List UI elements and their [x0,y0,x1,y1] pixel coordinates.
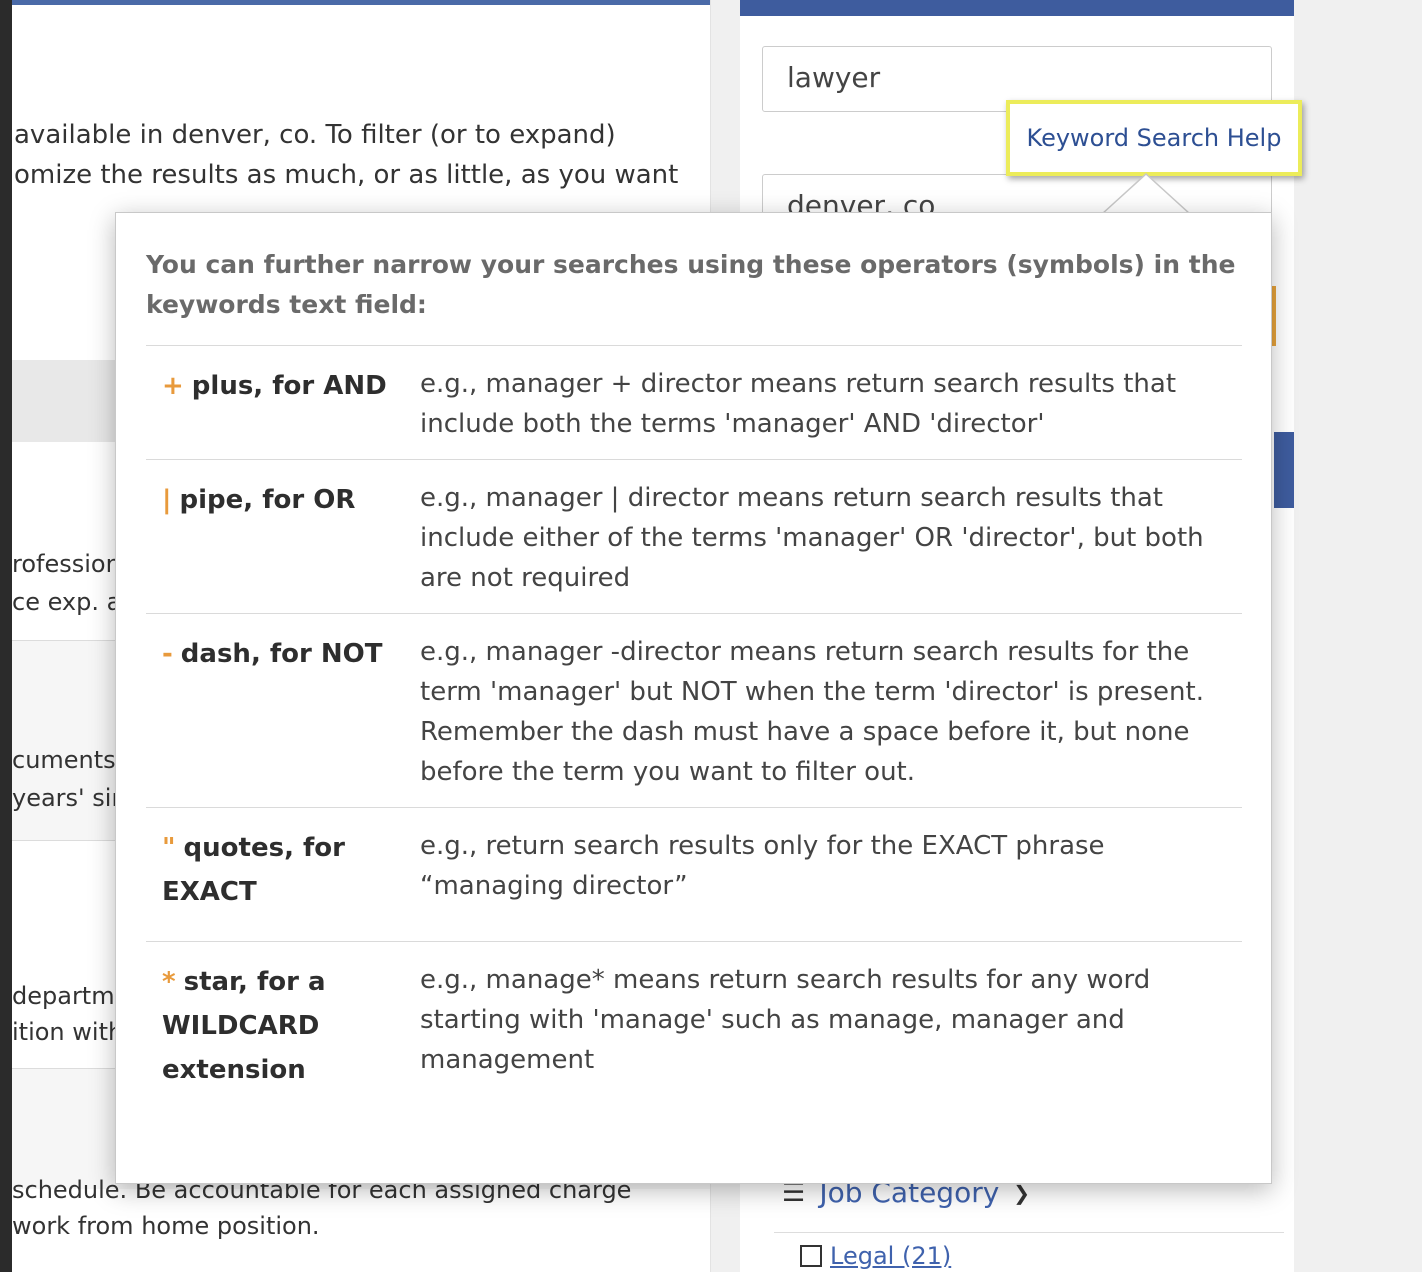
operators-table: + plus, for AND e.g., manager + director … [146,345,1242,1121]
operator-label-cell: - dash, for NOT [146,632,420,807]
operator-label: quotes, for EXACT [162,833,345,907]
dash-icon: - [162,639,173,669]
operator-label: star, for a WILDCARD extension [162,967,326,1085]
operator-row-quotes: " quotes, for EXACT e.g., return search r… [146,807,1242,941]
operator-row-pipe: | pipe, for OR e.g., manager | director m… [146,459,1242,613]
keyword-search-help-link[interactable]: Keyword Search Help [1006,100,1302,176]
results-intro-line-2: omize the results as much, or as little,… [14,160,679,190]
operator-label-cell: * star, for a WILDCARD extension [146,960,420,1121]
popover-arrow [1098,172,1194,216]
filter-header-edge [1274,432,1294,508]
result-snippet: cuments, [12,746,124,774]
operator-label-cell: + plus, for AND [146,364,420,459]
operator-label: pipe, for OR [179,485,356,515]
result-snippet: years' sir [12,784,122,812]
plus-icon: + [162,371,184,401]
result-snippet: work from home position. [12,1212,320,1240]
legal-filter-label[interactable]: Legal (21) [830,1242,951,1270]
operator-description: e.g., manager + director means return se… [420,369,1177,439]
operator-label: plus, for AND [191,371,387,401]
pipe-icon: | [162,485,172,515]
sidebar-top-bar [740,0,1294,16]
operator-row-star: * star, for a WILDCARD extension e.g., ma… [146,941,1242,1121]
star-icon: * [162,967,176,997]
result-snippet: ition with [12,1018,124,1046]
operator-row-plus: + plus, for AND e.g., manager + director … [146,345,1242,459]
operator-description: e.g., manage* means return search result… [420,965,1151,1075]
quotes-icon: " [162,833,176,863]
result-snippet: departm [12,982,115,1010]
operator-label: dash, for NOT [180,639,383,669]
popover-intro: You can further narrow your searches usi… [146,250,1236,319]
operator-description: e.g., manager -director means return sea… [420,637,1204,787]
operator-label-cell: " quotes, for EXACT [146,826,420,941]
legal-filter-option[interactable]: Legal (21) [800,1242,951,1270]
chevron-down-icon: ❯ [1013,1180,1031,1205]
operator-label-cell: | pipe, for OR [146,478,420,613]
operator-description: e.g., manager | director means return se… [420,483,1204,593]
operator-description: e.g., return search results only for the… [420,831,1105,901]
legal-checkbox[interactable] [800,1245,822,1267]
results-top-bar [12,0,710,5]
filter-divider [774,1232,1284,1233]
results-intro-line-1: available in denver, co. To filter (or t… [14,120,616,150]
result-snippet: ce exp. a [12,588,122,616]
keyword-help-popover: You can further narrow your searches usi… [115,212,1272,1184]
operator-row-dash: - dash, for NOT e.g., manager -director m… [146,613,1242,807]
